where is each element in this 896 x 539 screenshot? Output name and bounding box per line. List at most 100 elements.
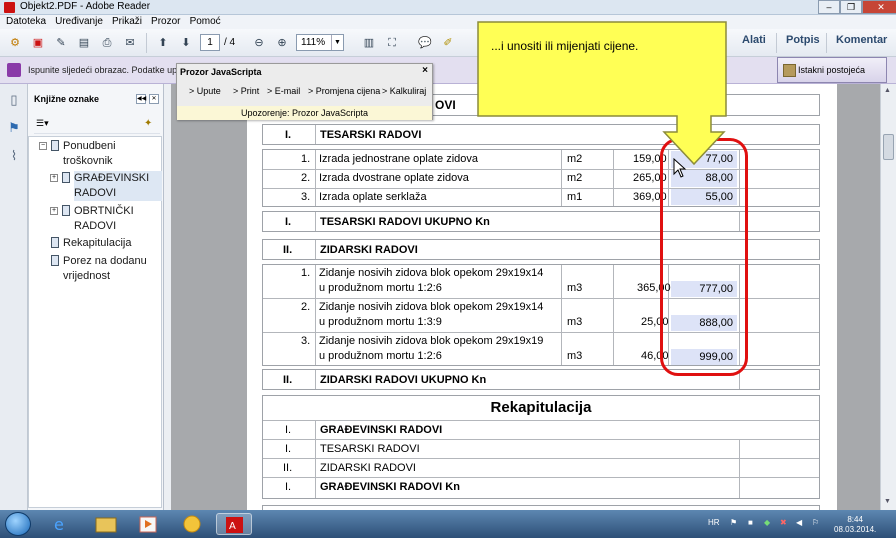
vertical-scrollbar[interactable]: ▲ ▼ bbox=[880, 84, 896, 510]
tab-comment[interactable]: Komentar bbox=[836, 34, 887, 46]
row-roman: II. bbox=[283, 462, 293, 474]
email-icon[interactable]: ✉ bbox=[121, 34, 139, 52]
navigation-strip: ▯ ⚑ ⌇ bbox=[0, 84, 28, 510]
svg-text:A: A bbox=[229, 521, 236, 532]
item-description: Zidanje nosivih zidova blok opekom 29x19… bbox=[319, 267, 544, 279]
bookmark-label: GRAĐEVINSKI RADOVI bbox=[74, 172, 150, 199]
media-player-icon[interactable] bbox=[130, 513, 166, 535]
chevron-down-icon[interactable]: ▼ bbox=[331, 35, 343, 50]
js-menu-email[interactable]: > E-mail bbox=[267, 86, 300, 96]
clock-time: 8:44 bbox=[847, 515, 863, 524]
highlight-fields-button[interactable]: Istakni postojeća polja bbox=[777, 57, 887, 99]
divider bbox=[315, 370, 316, 389]
menu-file[interactable]: Datoteka bbox=[6, 15, 46, 29]
comment-icon[interactable]: 💬 bbox=[416, 34, 434, 52]
bookmark-item[interactable]: + GRAĐEVINSKI RADOVI bbox=[50, 171, 162, 201]
js-menu-calculate[interactable]: > Kalkuliraj bbox=[382, 86, 426, 96]
bookmark-item[interactable]: Rekapitulacija bbox=[51, 236, 158, 251]
fullscreen-icon[interactable]: ⛶ bbox=[383, 34, 401, 52]
new-bookmark-icon[interactable]: ✦ bbox=[144, 118, 152, 129]
bookmark-item[interactable]: − Ponudbeni troškovnik bbox=[39, 139, 153, 169]
toolbar: ⚙ ▣ ✎ ▤ ⎙ ✉ ⬆ ⬇ 1 / 4 ⊖ ⊕ 111% ▼ ▥ ⛶ 💬 ✐ … bbox=[0, 29, 896, 57]
create-icon[interactable]: ⚙ bbox=[6, 34, 24, 52]
zoom-select[interactable]: 111% ▼ bbox=[296, 34, 344, 51]
item-unit: m1 bbox=[567, 191, 583, 203]
item-unit: m3 bbox=[567, 350, 583, 362]
bookmarks-toolbar: ☰▾ ✦ bbox=[34, 118, 160, 134]
js-menu-print[interactable]: > Print bbox=[233, 86, 259, 96]
section-title: TESARSKI RADOVI bbox=[320, 129, 422, 141]
zoom-out-icon[interactable]: ⊖ bbox=[250, 34, 268, 52]
minimize-button[interactable]: – bbox=[818, 0, 840, 14]
bookmark-icon bbox=[51, 140, 59, 151]
row-roman: II. bbox=[283, 374, 293, 386]
attachment-icon[interactable]: ⌇ bbox=[6, 148, 22, 166]
action-center-icon[interactable]: ⚑ bbox=[730, 518, 737, 527]
menu-help[interactable]: Pomoć bbox=[190, 15, 221, 29]
fit-page-icon[interactable]: ▥ bbox=[360, 34, 378, 52]
item-description: Izrada dvostrane oplate zidova bbox=[319, 172, 469, 184]
js-warning: Upozorenje: Prozor JavaScripta bbox=[177, 106, 432, 120]
highlight-icon[interactable]: ✐ bbox=[439, 34, 457, 52]
form-notification-bar: Ispunite sljedeći obrazac. Podatke upisa bbox=[0, 57, 896, 84]
collapse-panel-icon[interactable]: ◀◀ bbox=[136, 94, 146, 104]
panel-splitter[interactable] bbox=[164, 84, 171, 510]
volume-icon[interactable]: ◀ bbox=[796, 518, 802, 527]
scroll-thumb[interactable] bbox=[883, 134, 894, 160]
file-explorer-icon[interactable] bbox=[88, 513, 124, 535]
menu-window[interactable]: Prozor bbox=[151, 15, 180, 29]
tab-sign[interactable]: Potpis bbox=[786, 34, 820, 46]
pdf-icon[interactable]: ▣ bbox=[29, 34, 47, 52]
divider bbox=[739, 439, 740, 498]
total-label: TESARSKI RADOVI UKUPNO Kn bbox=[320, 216, 490, 228]
network-icon[interactable]: ✖ bbox=[780, 518, 787, 527]
weather-app-icon[interactable] bbox=[174, 513, 210, 535]
internet-explorer-icon[interactable]: e bbox=[44, 513, 80, 535]
item-unit: m3 bbox=[567, 316, 583, 328]
divider bbox=[263, 477, 819, 478]
edit-icon[interactable]: ✎ bbox=[52, 34, 70, 52]
toolbar-divider bbox=[776, 33, 777, 53]
scroll-down-icon[interactable]: ▼ bbox=[884, 498, 891, 505]
recap-label: GRAĐEVINSKI RADOVI bbox=[320, 424, 443, 436]
menu-view[interactable]: Prikaži bbox=[112, 15, 142, 29]
tray-app-icon[interactable]: ■ bbox=[748, 518, 753, 527]
page-thumbnails-icon[interactable]: ▯ bbox=[6, 92, 22, 110]
tab-tools[interactable]: Alati bbox=[742, 34, 766, 46]
bookmark-item[interactable]: Porez na dodanu vrijednost bbox=[51, 254, 153, 284]
bookmark-item[interactable]: + OBRTNIČKI RADOVI bbox=[50, 204, 154, 234]
flag-icon[interactable]: ⚐ bbox=[812, 518, 819, 527]
expand-icon[interactable]: + bbox=[50, 207, 58, 215]
adobe-reader-taskbar-icon[interactable]: A bbox=[216, 513, 252, 535]
divider bbox=[315, 420, 316, 498]
js-menu-change-prices[interactable]: > Promjena cijena bbox=[308, 86, 380, 96]
menu-edit[interactable]: Uređivanje bbox=[55, 15, 103, 29]
security-icon[interactable]: ◆ bbox=[764, 518, 770, 527]
save-icon[interactable]: ▤ bbox=[75, 34, 93, 52]
section-title: ZIDARSKI RADOVI bbox=[320, 244, 418, 256]
close-icon[interactable]: × bbox=[422, 65, 428, 76]
close-panel-icon[interactable]: ✕ bbox=[149, 94, 159, 104]
page-number-input[interactable]: 1 bbox=[200, 34, 220, 51]
collapse-icon[interactable]: − bbox=[39, 142, 47, 150]
bookmark-icon[interactable]: ⚑ bbox=[6, 120, 22, 138]
divider bbox=[613, 265, 614, 365]
print-icon[interactable]: ⎙ bbox=[98, 34, 116, 52]
prev-page-icon[interactable]: ⬆ bbox=[154, 34, 172, 52]
js-menu-instructions[interactable]: > Upute bbox=[189, 86, 221, 96]
language-indicator[interactable]: HR bbox=[708, 518, 720, 527]
expand-icon[interactable]: + bbox=[50, 174, 58, 182]
recap-label: GRAĐEVINSKI RADOVI Kn bbox=[320, 481, 460, 493]
restore-button[interactable]: ❐ bbox=[840, 0, 862, 14]
clock[interactable]: 8:44 08.03.2014. bbox=[834, 515, 876, 535]
zoom-in-icon[interactable]: ⊕ bbox=[273, 34, 291, 52]
start-button[interactable] bbox=[5, 512, 31, 536]
next-page-icon[interactable]: ⬇ bbox=[177, 34, 195, 52]
close-button[interactable]: ✕ bbox=[862, 0, 896, 14]
item-number: 2. bbox=[301, 301, 311, 313]
row-roman: I. bbox=[285, 129, 292, 141]
options-menu-icon[interactable]: ☰▾ bbox=[36, 118, 49, 129]
scroll-up-icon[interactable]: ▲ bbox=[884, 87, 891, 94]
section-header-text: OVI bbox=[435, 98, 456, 112]
toolbar-divider bbox=[146, 33, 147, 53]
